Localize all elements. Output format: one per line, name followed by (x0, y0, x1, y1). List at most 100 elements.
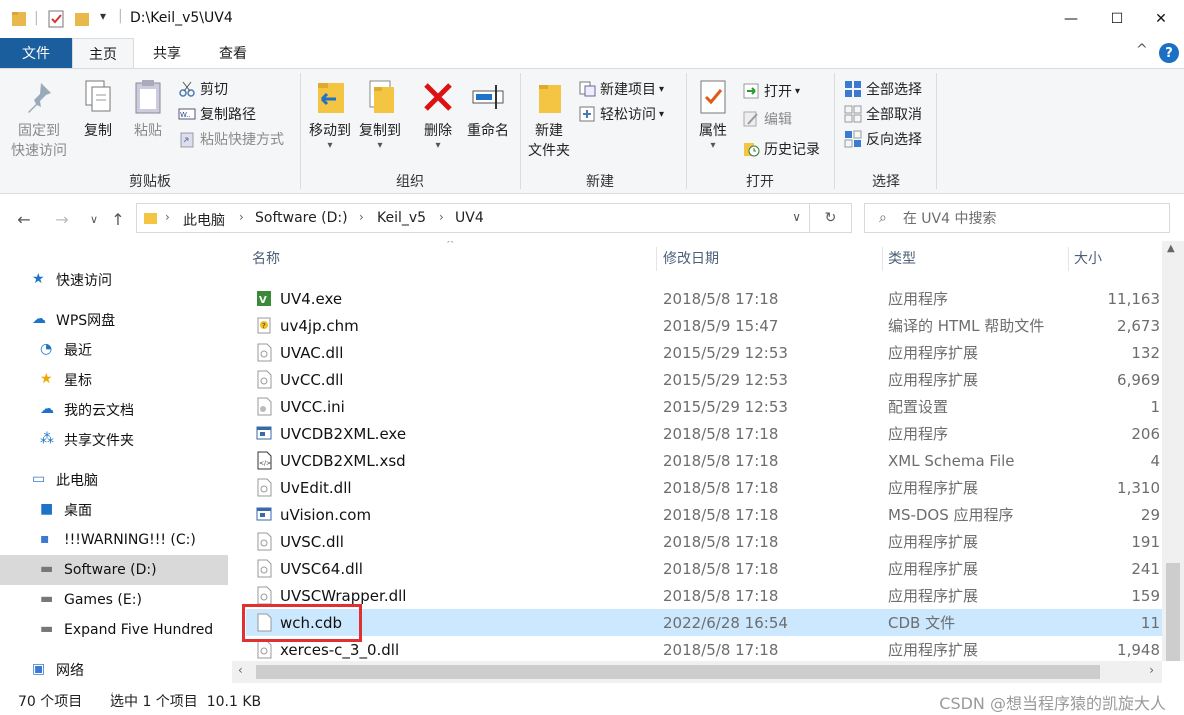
chevron-right-icon[interactable]: › (165, 210, 170, 224)
computer-icon: ▭ (32, 471, 46, 487)
nav-this-pc[interactable]: ▭ 此电脑 (0, 465, 228, 495)
nav-desktop[interactable]: ■ 桌面 (0, 495, 228, 525)
table-row[interactable]: UVSCWrapper.dll 2018/5/8 17:18 应用程序扩展 159 (246, 582, 1162, 609)
table-row[interactable]: UVCC.ini 2015/5/29 12:53 配置设置 1 (246, 393, 1162, 420)
chevron-right-icon[interactable]: › (359, 210, 364, 224)
table-row[interactable]: V UV4.exe 2018/5/8 17:18 应用程序 11,163 (246, 285, 1162, 312)
breadcrumb-this-pc[interactable]: 此电脑 (183, 210, 225, 230)
file-name: uVision.com (280, 505, 372, 524)
chevron-right-icon[interactable]: › (439, 210, 444, 224)
horizontal-scrollbar[interactable]: ‹ › (232, 661, 1162, 683)
help-icon[interactable]: ? (1159, 43, 1179, 63)
move-to-icon (318, 83, 344, 113)
breadcrumb-keil[interactable]: Keil_v5 (377, 210, 426, 226)
search-placeholder: 在 UV4 中搜索 (902, 211, 997, 227)
maximize-button[interactable]: ☐ (1094, 0, 1140, 38)
table-row[interactable]: UVCDB2XML.exe 2018/5/8 17:18 应用程序 206 (246, 420, 1162, 447)
nav-drive-d[interactable]: ▬ Software (D:) (0, 555, 228, 585)
table-row[interactable]: uVision.com 2018/5/8 17:18 MS-DOS 应用程序 29 (246, 501, 1162, 528)
nav-drive-expand[interactable]: ▬ Expand Five Hundred (0, 615, 228, 645)
easy-access-icon (579, 106, 595, 122)
recent-locations-chevron-icon[interactable]: ∨ (82, 207, 106, 231)
table-row[interactable]: UVAC.dll 2015/5/29 12:53 应用程序扩展 132 (246, 339, 1162, 366)
minimize-button[interactable]: — (1048, 0, 1094, 38)
up-arrow-icon[interactable]: ↑ (106, 207, 130, 231)
nav-my-cloud-docs[interactable]: ☁ 我的云文档 (0, 395, 228, 425)
table-row[interactable]: wch.cdb 2022/6/28 16:54 CDB 文件 11 (246, 609, 1162, 636)
delete-button[interactable]: 删除 ▾ (418, 77, 458, 151)
table-row[interactable]: UVSC.dll 2018/5/8 17:18 应用程序扩展 191 (246, 528, 1162, 555)
nav-drive-e[interactable]: ▬ Games (E:) (0, 585, 228, 615)
table-row[interactable]: xerces-c_3_0.dll 2018/5/8 17:18 应用程序扩展 1,94… (246, 636, 1162, 661)
star-icon: ★ (32, 271, 45, 287)
select-none-button[interactable]: 全部取消 (844, 102, 922, 126)
address-history-chevron-icon[interactable]: ∨ (792, 210, 801, 224)
nav-wps-drive[interactable]: ☁ WPS网盘 (0, 305, 228, 335)
drive-icon: ▬ (40, 561, 54, 577)
cut-button[interactable]: 剪切 (178, 77, 228, 101)
table-row[interactable]: ? uv4jp.chm 2018/5/9 15:47 编译的 HTML 帮助文件 2,6… (246, 312, 1162, 339)
table-row[interactable]: </> UVCDB2XML.xsd 2018/5/8 17:18 XML Schema… (246, 447, 1162, 474)
file-date: 2015/5/29 12:53 (663, 343, 788, 362)
table-row[interactable]: UvEdit.dll 2018/5/8 17:18 应用程序扩展 1,310 (246, 474, 1162, 501)
table-row[interactable]: UvCC.dll 2015/5/29 12:53 应用程序扩展 6,969 (246, 366, 1162, 393)
back-arrow-icon[interactable]: ← (12, 207, 36, 231)
file-size: 191 (1131, 532, 1160, 551)
invert-selection-button[interactable]: 反向选择 (844, 127, 922, 151)
search-input[interactable]: ⌕ 在 UV4 中搜索 (864, 203, 1170, 233)
refresh-button[interactable]: ↻ (810, 203, 852, 233)
easy-access-button[interactable]: 轻松访问 ▾ (578, 102, 664, 126)
properties-button[interactable]: 属性 ▾ (690, 77, 736, 151)
nav-quick-access[interactable]: ★ 快速访问 (0, 265, 228, 295)
scroll-up-arrow-icon[interactable]: ▲ (1167, 243, 1175, 254)
select-all-button[interactable]: 全部选择 (844, 77, 922, 101)
edit-button[interactable]: 编辑 (742, 107, 792, 131)
file-size: 206 (1131, 424, 1160, 443)
breadcrumb-uv4[interactable]: UV4 (455, 210, 484, 226)
copy-path-button[interactable]: W.. 复制路径 (178, 102, 256, 126)
file-date: 2022/6/28 16:54 (663, 613, 788, 632)
tab-file[interactable]: 文件 (0, 38, 72, 68)
table-row[interactable] (246, 263, 1162, 275)
scroll-left-arrow-icon[interactable]: ‹ (238, 663, 243, 677)
tab-view[interactable]: 查看 (200, 38, 266, 68)
qa-dropdown-icon[interactable]: ▾ (100, 9, 106, 23)
nav-drive-c[interactable]: ▪ !!!WARNING!!! (C:) (0, 525, 228, 555)
file-size: 159 (1131, 586, 1160, 605)
open-button[interactable]: 打开 ▾ (742, 79, 800, 103)
close-button[interactable]: ✕ (1138, 0, 1184, 38)
table-row[interactable]: UVSC64.dll 2018/5/8 17:18 应用程序扩展 241 (246, 555, 1162, 582)
scroll-right-arrow-icon[interactable]: › (1149, 663, 1154, 677)
paste-shortcut-button[interactable]: 粘贴快捷方式 (178, 127, 284, 151)
collapse-ribbon-icon[interactable]: ^ (1136, 42, 1148, 58)
properties-dropdown-icon: ▾ (710, 140, 716, 151)
new-folder-button[interactable]: 新建 文件夹 (524, 77, 574, 161)
tab-share[interactable]: 共享 (134, 38, 200, 68)
drive-icon: ▪ (40, 531, 50, 547)
address-bar[interactable]: › 此电脑 › Software (D:) › Keil_v5 › UV4 ∨ (136, 203, 810, 233)
new-item-button[interactable]: 新建项目 ▾ (578, 77, 664, 101)
breadcrumb-drive-d[interactable]: Software (D:) (255, 210, 348, 226)
rename-button[interactable]: 重命名 (462, 77, 514, 141)
nav-network[interactable]: ▣ 网络 (0, 655, 228, 685)
tab-home[interactable]: 主页 (72, 38, 134, 68)
history-button[interactable]: 历史记录 (742, 137, 820, 161)
move-to-button[interactable]: 移动到 ▾ (306, 77, 354, 151)
chevron-right-icon[interactable]: › (239, 210, 244, 224)
file-type: 编译的 HTML 帮助文件 (888, 317, 1045, 335)
forward-arrow-icon[interactable]: → (50, 207, 74, 231)
nav-shared-folder[interactable]: ⁂ 共享文件夹 (0, 425, 228, 455)
pin-quick-access-button[interactable]: 固定到 快速访问 (6, 77, 72, 161)
copy-button[interactable]: 复制 (76, 77, 120, 141)
properties-check-icon[interactable] (46, 8, 66, 30)
nav-recent[interactable]: ◔ 最近 (0, 335, 228, 365)
new-folder-qa-icon[interactable] (72, 8, 92, 30)
vertical-scrollbar[interactable]: ▲ (1162, 241, 1184, 661)
nav-starred[interactable]: ★ 星标 (0, 365, 228, 395)
vertical-scroll-thumb[interactable] (1166, 563, 1180, 661)
horizontal-scroll-thumb[interactable] (256, 665, 1100, 679)
dll-icon (257, 370, 272, 389)
desktop-icon: ■ (40, 501, 54, 517)
copy-to-button[interactable]: 复制到 ▾ (356, 77, 404, 151)
paste-button[interactable]: 粘贴 (126, 77, 170, 141)
